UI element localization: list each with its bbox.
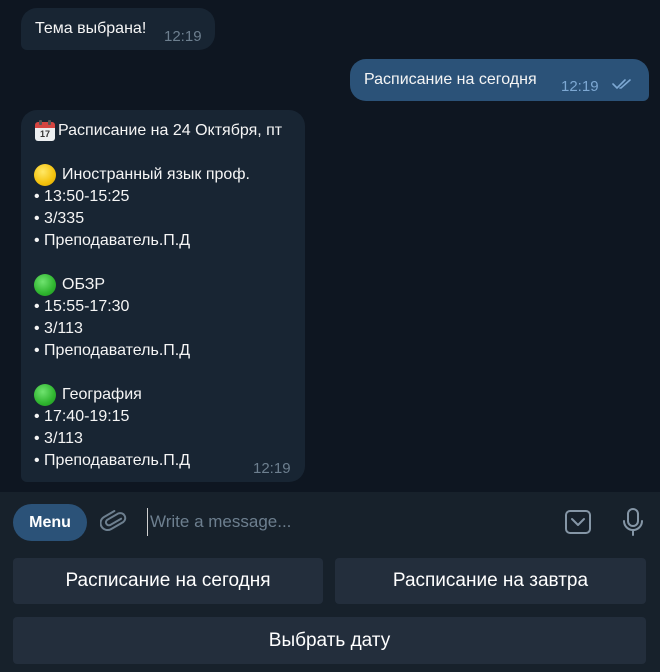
- keyboard-button-tomorrow[interactable]: Расписание на завтра: [335, 558, 646, 604]
- lesson-time: • 15:55-17:30: [34, 298, 130, 315]
- keyboard-toggle-icon[interactable]: [564, 508, 592, 536]
- yellow-circle-icon: [34, 164, 56, 186]
- keyboard-button-today[interactable]: Расписание на сегодня: [13, 558, 323, 604]
- schedule-header: 17 Расписание на 24 Октября, пт: [34, 120, 282, 142]
- lesson-subject: География: [34, 384, 282, 406]
- schedule-message[interactable]: 17 Расписание на 24 Октября, пт Иностран…: [21, 110, 305, 482]
- green-circle-icon: [34, 384, 56, 406]
- menu-button[interactable]: Menu: [13, 504, 87, 541]
- calendar-icon: 17: [34, 120, 56, 142]
- lesson-subject: Иностранный язык проф.: [34, 164, 282, 186]
- green-circle-icon: [34, 274, 56, 296]
- lesson-teacher: • Преподаватель.П.Д: [34, 342, 191, 359]
- incoming-message[interactable]: Тема выбрана! 12:19: [21, 8, 215, 50]
- lesson-subject: ОБЗР: [34, 274, 282, 296]
- lesson-teacher: • Преподаватель.П.Д: [34, 232, 191, 249]
- paperclip-icon[interactable]: [100, 508, 128, 536]
- schedule-title: Расписание на 24 Октября, пт: [58, 122, 283, 139]
- lesson-teacher: • Преподаватель.П.Д: [34, 452, 191, 469]
- outgoing-message[interactable]: Расписание на сегодня 12:19: [350, 59, 649, 101]
- lesson-time: • 17:40-19:15: [34, 408, 130, 425]
- message-text: Расписание на сегодня: [364, 71, 537, 88]
- lesson-room: • 3/113: [34, 320, 83, 337]
- chat-history: Тема выбрана! 12:19 Расписание на сегодн…: [0, 0, 660, 492]
- lesson-room: • 3/113: [34, 430, 83, 447]
- lesson-time: • 13:50-15:25: [34, 188, 130, 205]
- message-time: 12:19: [561, 78, 599, 95]
- lesson-room: • 3/335: [34, 210, 85, 227]
- read-checkmarks-icon: [612, 79, 631, 90]
- message-text: Тема выбрана!: [35, 20, 147, 37]
- message-input[interactable]: [147, 508, 537, 536]
- message-time: 12:19: [164, 28, 202, 45]
- microphone-icon[interactable]: [621, 507, 645, 537]
- keyboard-button-pick-date[interactable]: Выбрать дату: [13, 617, 646, 664]
- message-time: 12:19: [253, 460, 291, 477]
